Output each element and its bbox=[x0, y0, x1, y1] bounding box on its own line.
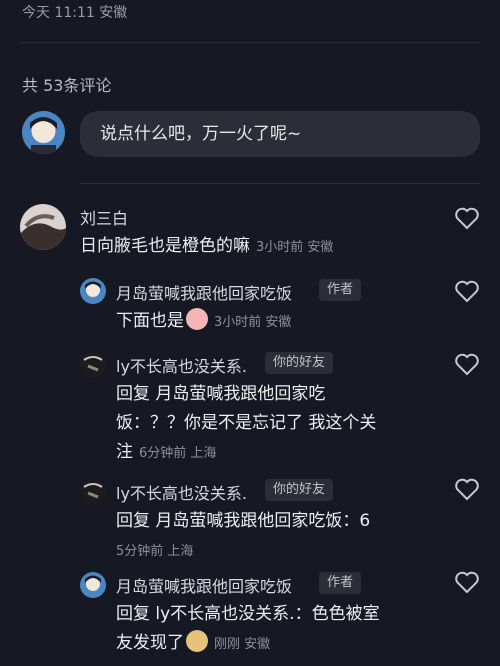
avatar[interactable] bbox=[80, 572, 106, 598]
divider bbox=[20, 42, 480, 43]
comment-author[interactable]: ly不长高也没关系. bbox=[116, 480, 247, 504]
author-badge: 作者 bbox=[319, 279, 362, 301]
comment-author[interactable]: 月岛萤喊我跟他回家吃饭 bbox=[116, 573, 292, 597]
comment-item: 刘三白 日向腋毛也是橙色的嘛 3小时前 安徽 bbox=[0, 200, 500, 270]
reply-item: 月岛萤喊我跟他回家吃饭 作者 回复 ly不长高也没关系.：色色被室 友发现了 刚刚… bbox=[0, 568, 500, 666]
comment-text: 下面也是 3小时前 安徽 bbox=[116, 307, 291, 337]
avatar[interactable] bbox=[80, 479, 106, 505]
comment-author[interactable]: ly不长高也没关系. bbox=[116, 353, 247, 377]
comment-text: 回复 月岛萤喊我跟他回家吃饭：6 5分钟前 上海 bbox=[116, 511, 371, 559]
author-badge: 作者 bbox=[319, 572, 362, 594]
avatar[interactable] bbox=[22, 111, 65, 154]
heart-icon[interactable] bbox=[454, 570, 480, 594]
reply-item: 月岛萤喊我跟他回家吃饭 作者 下面也是 3小时前 安徽 bbox=[0, 275, 500, 345]
reply-item: ly不长高也没关系. 你的好友 回复 月岛萤喊我跟他回家吃 饭：？？你是不是忘记… bbox=[0, 348, 500, 468]
blush-emoji-icon bbox=[186, 308, 208, 330]
comment-text: 回复 月岛萤喊我跟他回家吃 饭：？？你是不是忘记了 我这个关 注 6分钟前 上海 bbox=[116, 384, 377, 462]
friend-badge: 你的好友 bbox=[265, 479, 334, 501]
comment-author[interactable]: 刘三白 bbox=[80, 205, 128, 229]
comment-author[interactable]: 月岛萤喊我跟他回家吃饭 bbox=[116, 280, 292, 304]
heart-icon[interactable] bbox=[454, 352, 480, 376]
comment-meta: 3小时前 安徽 bbox=[256, 240, 334, 255]
comment-meta: 6分钟前 上海 bbox=[139, 446, 217, 461]
doge-emoji-icon bbox=[186, 630, 208, 652]
heart-icon[interactable] bbox=[454, 206, 480, 230]
comment-input[interactable]: 说点什么吧，万一火了呢~ bbox=[80, 111, 480, 157]
avatar[interactable] bbox=[80, 278, 106, 304]
post-meta: 今天 11:11 安徽 bbox=[22, 5, 128, 21]
divider bbox=[80, 183, 480, 184]
comment-composer: 说点什么吧，万一火了呢~ bbox=[22, 111, 480, 157]
comment-count: 共 53条评论 bbox=[22, 76, 112, 95]
comment-text: 日向腋毛也是橙色的嘛 3小时前 安徽 bbox=[80, 236, 334, 256]
comment-text: 回复 ly不长高也没关系.：色色被室 友发现了 刚刚 安徽 bbox=[116, 604, 380, 653]
friend-badge: 你的好友 bbox=[265, 352, 334, 374]
avatar[interactable] bbox=[80, 352, 106, 378]
reply-item: ly不长高也没关系. 你的好友 回复 月岛萤喊我跟他回家吃饭：6 5分钟前 上海 bbox=[0, 475, 500, 565]
comment-meta: 刚刚 安徽 bbox=[214, 637, 271, 652]
heart-icon[interactable] bbox=[454, 279, 480, 303]
avatar[interactable] bbox=[20, 204, 66, 250]
heart-icon[interactable] bbox=[454, 477, 480, 501]
comment-meta: 5分钟前 上海 bbox=[116, 544, 194, 559]
comment-meta: 3小时前 安徽 bbox=[214, 315, 292, 330]
